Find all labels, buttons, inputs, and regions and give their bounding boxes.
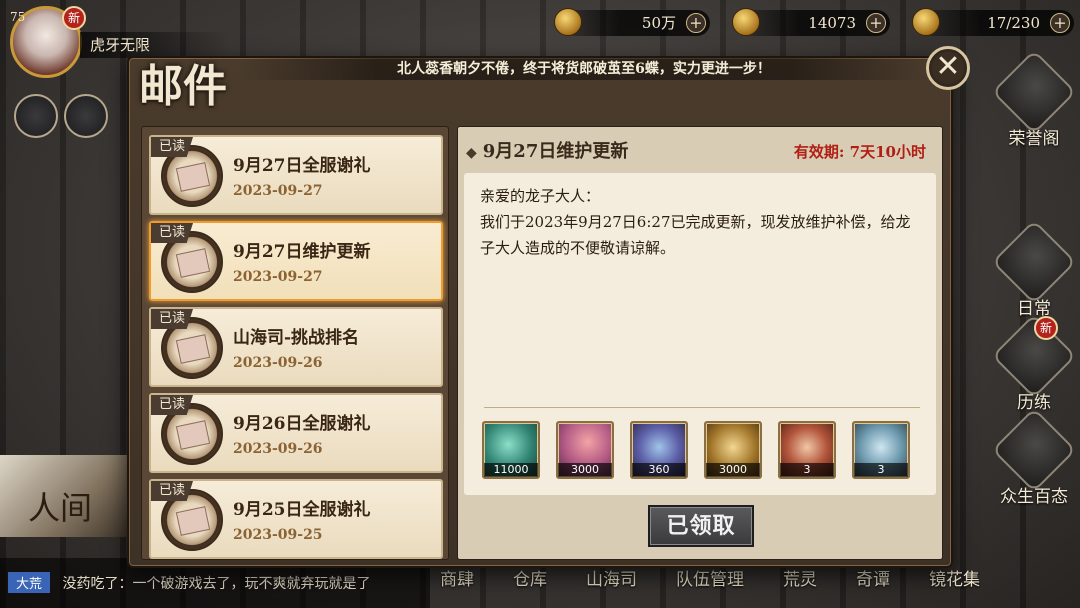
read-tag: 已读	[151, 481, 193, 501]
coin-icon	[554, 8, 582, 36]
red-scroll-icon[interactable]: 3	[778, 421, 836, 479]
close-icon: ✕	[935, 49, 961, 84]
reward-qty: 360	[632, 463, 686, 477]
close-button[interactable]: ✕	[926, 46, 970, 90]
reward-list: 11000 3000 360 3000 3 3	[482, 421, 910, 479]
mail-content: 我们于2023年9月27日6:27已完成更新，现发放维护补偿，给龙子大人造成的不…	[480, 213, 911, 257]
reward-qty: 3000	[558, 463, 612, 477]
announcement-marquee: 北人蕊香朝夕不倦，终于将货郎破茧至6蝶，实力更进一步！	[239, 58, 929, 80]
mail-title: 9月27日全服谢礼	[233, 156, 371, 176]
resource-value: 14073	[808, 14, 856, 32]
event-banner-text: 人间	[28, 489, 93, 527]
menu-shop[interactable]: 商肆	[440, 565, 474, 590]
reward-qty: 3000	[706, 463, 760, 477]
menu-wild-spirit[interactable]: 荒灵	[783, 565, 817, 590]
divider	[484, 407, 920, 408]
mail-item[interactable]: 已读 9月25日全服谢礼 2023-09-25	[149, 479, 443, 559]
mail-date: 2023-09-25	[233, 527, 323, 543]
validity-text: 有效期: 7天10小时	[793, 143, 926, 161]
read-tag: 已读	[151, 137, 193, 157]
mail-title: 9月26日全服谢礼	[233, 414, 371, 434]
all-beings-icon	[991, 407, 1077, 493]
read-tag: 已读	[151, 395, 193, 415]
mail-title: 9月27日维护更新	[233, 242, 371, 262]
detail-title: 9月27日维护更新	[482, 141, 629, 162]
mail-date: 2023-09-27	[233, 269, 323, 285]
bottom-menu: 商肆 仓库 山海司 队伍管理 荒灵 奇谭 镜花集	[440, 565, 980, 590]
blue-scroll-icon[interactable]: 3	[852, 421, 910, 479]
resource-value: 17/230	[987, 14, 1040, 32]
chat-text: 没药吃了：一个破游戏去了，玩不爽就弃玩就是了	[62, 576, 371, 592]
daily-icon	[991, 219, 1077, 305]
menu-shanhaisi[interactable]: 山海司	[586, 565, 637, 590]
menu-warehouse[interactable]: 仓库	[513, 565, 547, 590]
mail-greeting: 亲爱的龙子大人：	[480, 187, 601, 205]
mail-list[interactable]: 已读 9月27日全服谢礼 2023-09-27 已读 9月27日维护更新 202…	[141, 126, 449, 560]
mail-item[interactable]: 已读 山海司-挑战排名 2023-09-26	[149, 307, 443, 387]
resource-coin[interactable]: 50万 +	[554, 8, 710, 36]
add-stamina-button[interactable]: +	[1050, 13, 1070, 33]
friends-button[interactable]	[14, 94, 58, 138]
training-new-badge: 新	[1034, 316, 1058, 340]
chat-channel-tag: 大荒	[8, 572, 51, 593]
mail-detail: ◆ 9月27日维护更新 有效期: 7天10小时 亲爱的龙子大人： 我们于2023年…	[457, 126, 943, 560]
reward-qty: 3	[854, 463, 908, 477]
gold-token-icon[interactable]: 3000	[704, 421, 762, 479]
blue-lantern-icon[interactable]: 360	[630, 421, 688, 479]
menu-all-beings[interactable]: 众生百态	[991, 407, 1077, 507]
mail-body: 亲爱的龙子大人： 我们于2023年9月27日6:27已完成更新，现发放维护补偿，…	[464, 173, 936, 495]
mail-title: 山海司-挑战排名	[233, 328, 360, 348]
mail-item[interactable]: 已读 9月26日全服谢礼 2023-09-26	[149, 393, 443, 473]
honor-hall-icon	[991, 49, 1077, 135]
add-jade-button[interactable]: +	[866, 13, 886, 33]
diamond-bullet-icon: ◆	[466, 145, 477, 161]
mail-date: 2023-09-26	[233, 355, 323, 371]
menu-training[interactable]: 历练	[991, 313, 1077, 413]
jade-icon	[732, 8, 760, 36]
reward-qty: 11000	[484, 463, 538, 477]
mail-item[interactable]: 已读 9月27日全服谢礼 2023-09-27	[149, 135, 443, 215]
read-tag: 已读	[151, 309, 193, 329]
menu-honor-hall[interactable]: 荣誉阁	[991, 49, 1077, 149]
mail-dialog: 邮件 北人蕊香朝夕不倦，终于将货郎破茧至6蝶，实力更进一步！ ✕ 已读 9月27…	[127, 46, 970, 568]
player-level: 75	[10, 10, 26, 24]
chat-message: 大荒 没药吃了：一个破游戏去了，玩不爽就弃玩就是了	[8, 572, 370, 593]
new-badge: 新	[62, 6, 86, 30]
mail-date: 2023-09-27	[233, 183, 323, 199]
event-banner[interactable]: 人间	[0, 455, 140, 537]
menu-tales[interactable]: 奇谭	[856, 565, 890, 590]
read-tag: 已读	[151, 223, 193, 243]
detail-header: ◆ 9月27日维护更新	[466, 137, 628, 163]
dialog-title: 邮件	[139, 61, 227, 112]
mail-date: 2023-09-26	[233, 441, 323, 457]
menu-mirror[interactable]: 镜花集	[929, 565, 980, 590]
resource-value: 50万	[641, 14, 676, 32]
resource-stamina[interactable]: 17/230 +	[912, 8, 1074, 36]
mail-title: 9月25日全服谢礼	[233, 500, 371, 520]
resource-jade[interactable]: 14073 +	[732, 8, 890, 36]
menu-team[interactable]: 队伍管理	[676, 565, 744, 590]
menu-daily[interactable]: 日常	[991, 219, 1077, 319]
stamina-icon	[912, 8, 940, 36]
pink-crystal-icon[interactable]: 3000	[556, 421, 614, 479]
mail-item-selected[interactable]: 已读 9月27日维护更新 2023-09-27	[149, 221, 443, 301]
reward-qty: 3	[780, 463, 834, 477]
green-gem-icon[interactable]: 11000	[482, 421, 540, 479]
add-coin-button[interactable]: +	[686, 13, 706, 33]
claimed-button[interactable]: 已领取	[648, 505, 754, 547]
mail-button[interactable]	[64, 94, 108, 138]
